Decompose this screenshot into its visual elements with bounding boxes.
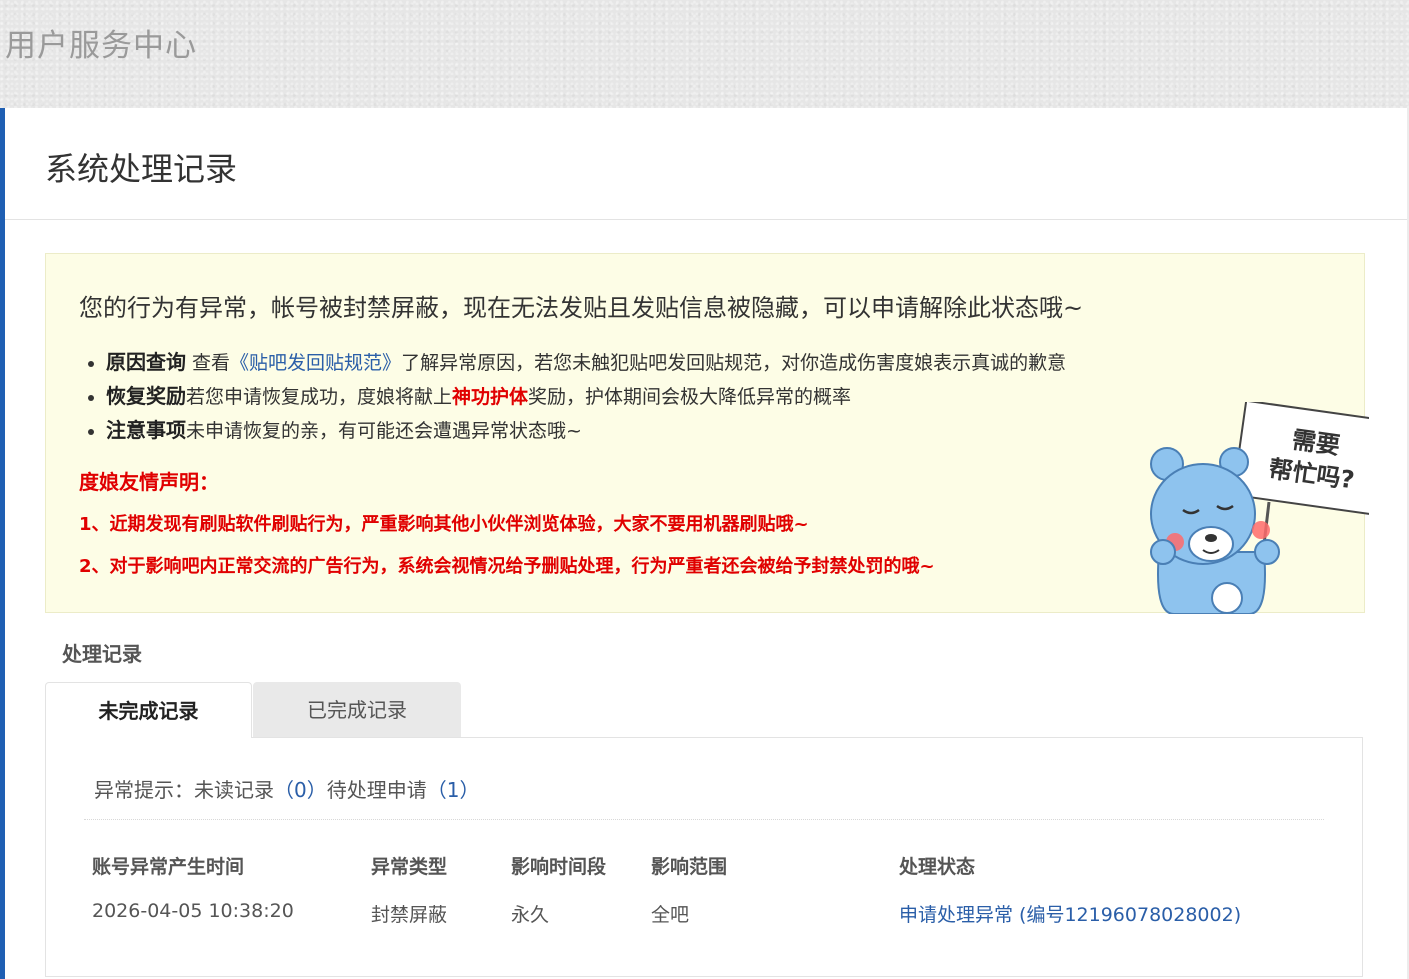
column-header: 账号异常产生时间 <box>92 856 245 878</box>
list-item: 原因查询 查看《贴吧发回贴规范》了解异常原因，若您未触犯贴吧发回贴规范，对你造成… <box>106 346 1066 380</box>
declaration-title: 度娘友情声明： <box>79 470 219 494</box>
unread-count[interactable]: （0） <box>274 778 327 802</box>
pending-label[interactable]: 待处理申请 <box>327 778 427 802</box>
item-label: 原因查询 <box>106 350 186 374</box>
item-text: 奖励，护体期间会极大降低异常的概率 <box>528 386 852 408</box>
tab-finished[interactable]: 已完成记录 <box>253 682 461 738</box>
bear-mascot-icon[interactable]: 需要 帮忙吗? <box>1099 402 1369 614</box>
top-banner: 用户服务中心 <box>0 0 1409 108</box>
records-tab-body: 异常提示：未读记录（0）待处理申请（1） 账号异常产生时间 异常类型 影响时间段… <box>45 737 1363 977</box>
divider <box>84 819 1324 820</box>
column-header: 处理状态 <box>899 856 976 878</box>
item-text: 查看 <box>186 352 231 374</box>
item-label: 恢复奖励 <box>106 384 186 408</box>
page-title: 系统处理记录 <box>45 150 238 188</box>
pending-count[interactable]: （1） <box>427 778 480 802</box>
records-title: 处理记录 <box>62 642 142 666</box>
item-text: 了解异常原因，若您未触犯贴吧发回贴规范，对你造成伤害度娘表示真诚的歉意 <box>401 352 1067 374</box>
declaration-2: 2、对于影响吧内正常交流的广告行为，系统会视情况给予删贴处理，行为严重者还会被给… <box>79 556 935 577</box>
notice-lead: 您的行为有异常，帐号被封禁屏蔽，现在无法发贴且发贴信息被隐藏，可以申请解除此状态… <box>79 294 1084 322</box>
appeal-status-link[interactable]: 申请处理异常 (编号12196078028002) <box>899 900 1241 927</box>
rules-link[interactable]: 《贴吧发回贴规范》 <box>230 352 401 374</box>
reward-highlight: 神功护体 <box>452 386 529 408</box>
tab-unfinished[interactable]: 未完成记录 <box>45 682 252 738</box>
main-panel: 系统处理记录 您的行为有异常，帐号被封禁屏蔽，现在无法发贴且发贴信息被隐藏，可以… <box>0 108 1407 979</box>
cell-type: 封禁屏蔽 <box>371 904 448 926</box>
list-item: 恢复奖励若您申请恢复成功，度娘将献上神功护体奖励，护体期间会极大降低异常的概率 <box>106 380 1066 414</box>
notice-box: 您的行为有异常，帐号被封禁屏蔽，现在无法发贴且发贴信息被隐藏，可以申请解除此状态… <box>45 253 1369 614</box>
cell-scope: 全吧 <box>651 904 690 926</box>
item-text: 若您申请恢复成功，度娘将献上 <box>186 386 453 408</box>
cell-duration: 永久 <box>511 904 550 926</box>
list-item: 注意事项未申请恢复的亲，有可能还会遭遇异常状态哦~ <box>106 414 1066 448</box>
anomaly-hint: 异常提示：未读记录（0）待处理申请（1） <box>94 774 479 803</box>
panel-header: 系统处理记录 <box>5 108 1407 220</box>
declaration-1: 1、近期发现有刷贴软件刷贴行为，严重影响其他小伙伴浏览体验，大家不要用机器刷贴哦… <box>79 514 809 535</box>
unread-label[interactable]: 未读记录 <box>194 778 274 802</box>
column-header: 异常类型 <box>371 856 448 878</box>
column-header: 影响范围 <box>651 856 728 878</box>
hint-prefix: 异常提示： <box>94 778 194 802</box>
cell-time: 2026-04-05 10:38:20 <box>92 900 294 922</box>
item-text: 未申请恢复的亲，有可能还会遭遇异常状态哦~ <box>186 420 582 442</box>
site-title[interactable]: 用户服务中心 <box>5 20 197 65</box>
column-header: 影响时间段 <box>511 856 607 878</box>
notice-list: 原因查询 查看《贴吧发回贴规范》了解异常原因，若您未触犯贴吧发回贴规范，对你造成… <box>106 346 1066 448</box>
item-label: 注意事项 <box>106 418 186 442</box>
